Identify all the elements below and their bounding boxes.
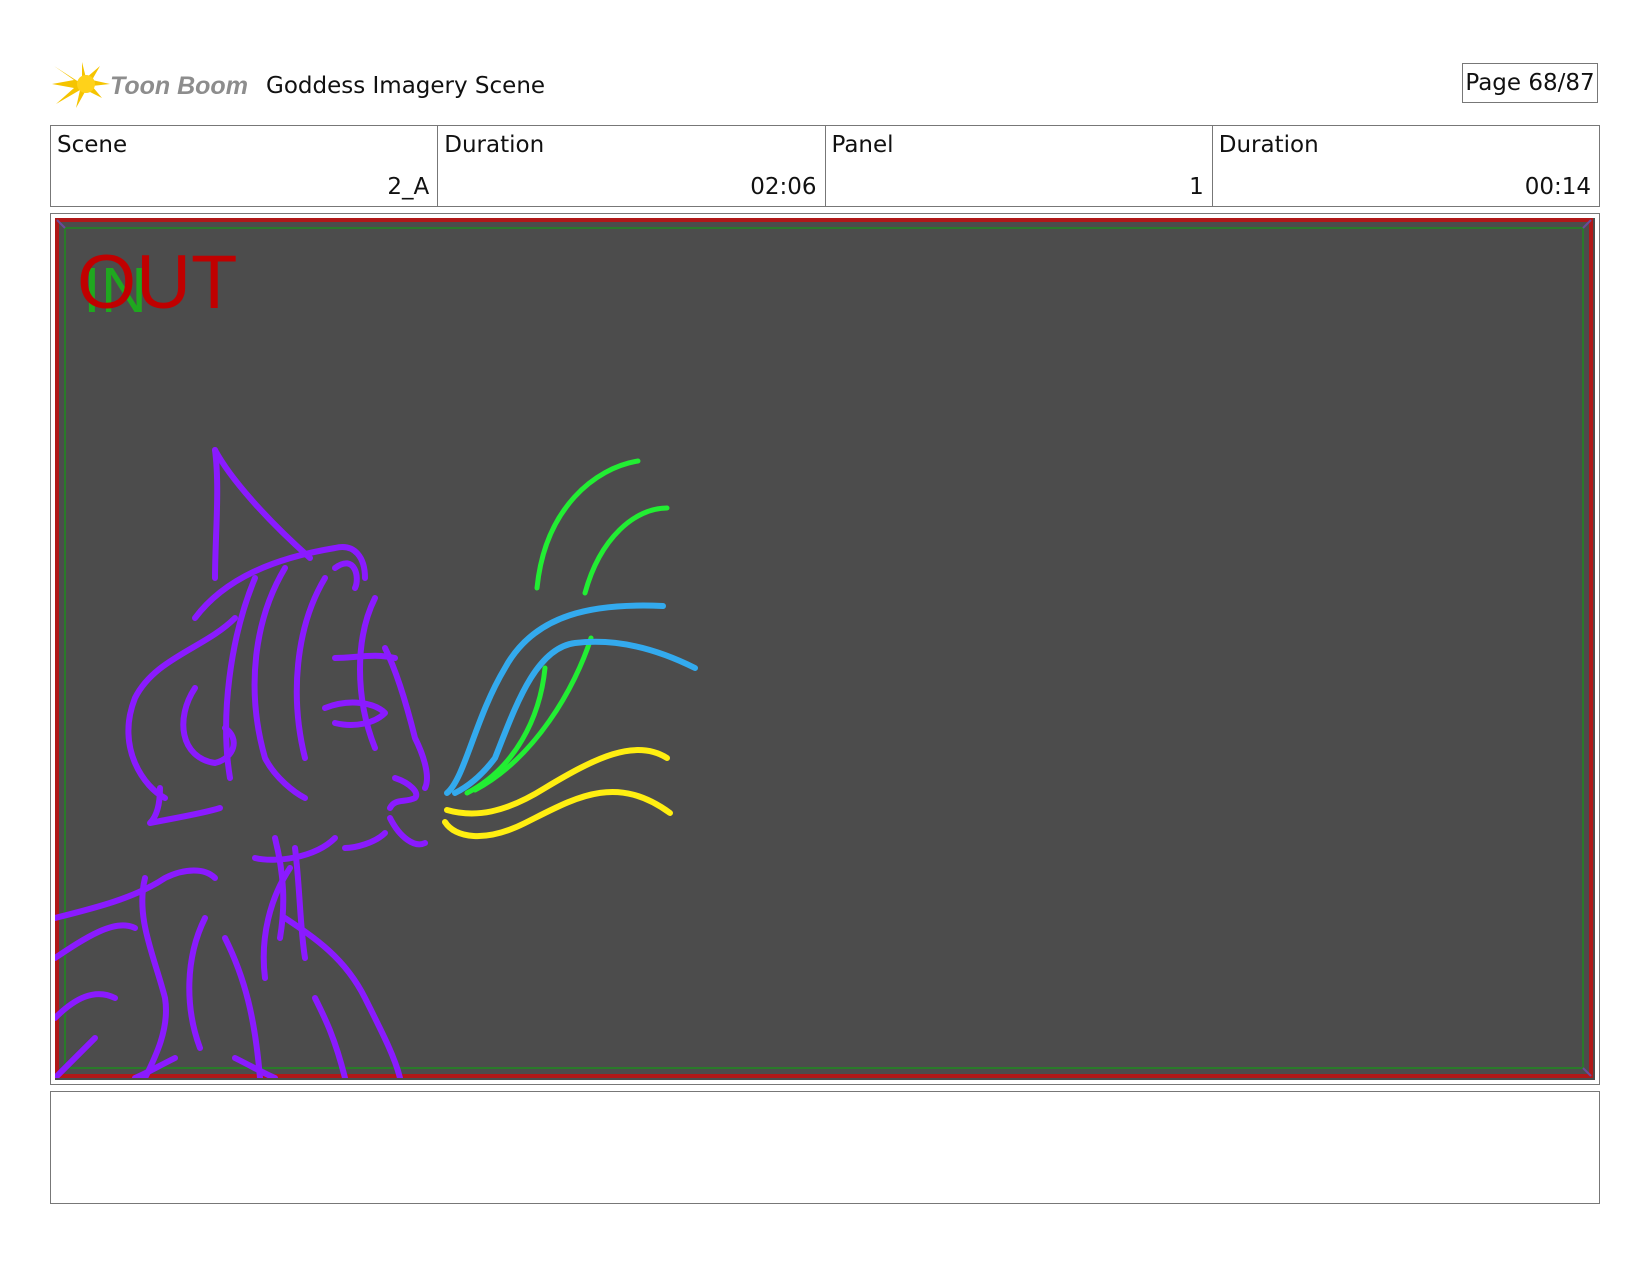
project-title: Goddess Imagery Scene [266, 73, 546, 99]
panel-label: Panel [831, 132, 894, 158]
blue-breath-strokes [444, 602, 698, 796]
page-number: Page 68/87 [1462, 63, 1598, 103]
storyboard-drawing: IN OUT [55, 218, 1593, 1078]
camera-frame-inner [64, 227, 1584, 1069]
scene-duration-label: Duration [444, 132, 545, 158]
scene-info-table: Scene 2_A Duration 02:06 Panel 1 Duratio… [50, 125, 1600, 207]
notes-box [50, 1091, 1600, 1204]
panel-duration-label: Duration [1218, 132, 1319, 158]
starburst-icon [52, 62, 110, 108]
camera-frame-outer [55, 218, 1593, 1078]
scene-duration-cell: Duration 02:06 [437, 126, 824, 206]
panel-duration-value: 00:14 [1524, 174, 1591, 200]
panel-cell: Panel 1 [824, 126, 1212, 206]
logo-text: Toon Boom [110, 72, 248, 100]
panel-value: 1 [1189, 174, 1204, 200]
panel-image: IN OUT [55, 218, 1595, 1080]
panel-frame: IN OUT [50, 213, 1600, 1085]
green-breath-strokes [464, 458, 670, 796]
panel-duration-cell: Duration 00:14 [1211, 126, 1599, 206]
out-label: OUT [77, 240, 237, 325]
scene-label: Scene [57, 132, 128, 158]
scene-value: 2_A [387, 174, 430, 200]
yellow-breath-strokes [442, 747, 673, 839]
scene-cell: Scene 2_A [51, 126, 437, 206]
scene-duration-value: 02:06 [750, 174, 817, 200]
goddess-figure [55, 447, 430, 1078]
